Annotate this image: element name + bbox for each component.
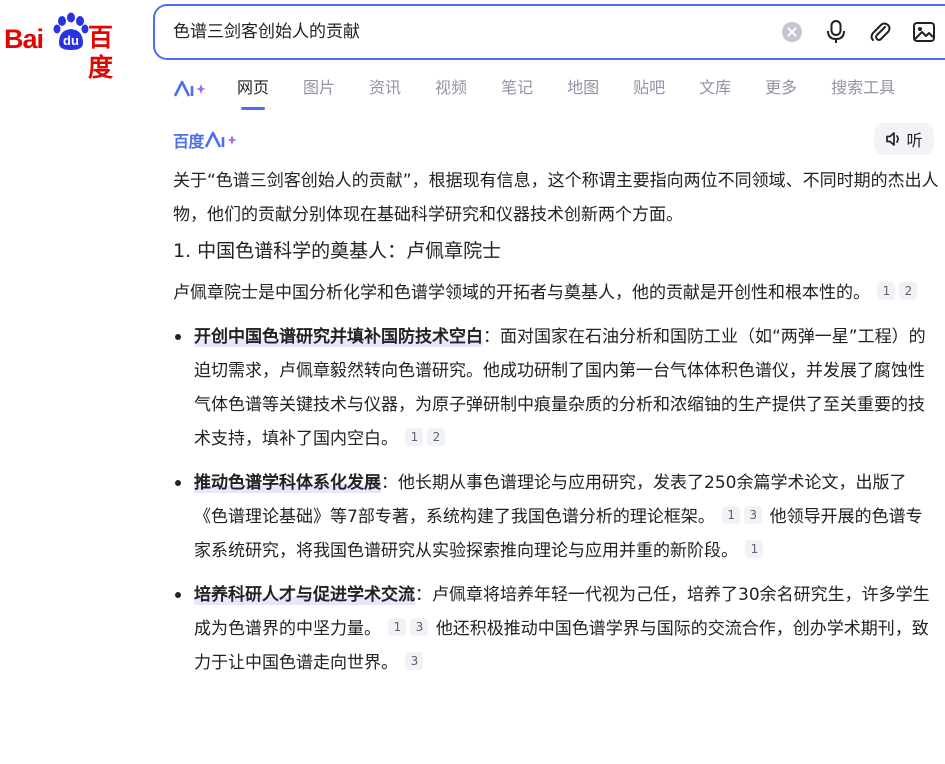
tab-ai[interactable] <box>173 74 207 104</box>
list-item-title: 培养科研人才与促进学术交流 <box>194 585 415 605</box>
ai-answer-content: 关于“色谱三剑客创始人的贡献”，根据现有信息，这个称谓主要指向两位不同领域、不同… <box>173 164 939 690</box>
microphone-icon[interactable] <box>823 19 849 45</box>
listen-button[interactable]: 听 <box>874 123 934 155</box>
tab-web[interactable]: 网页 <box>237 74 269 104</box>
ai-icon <box>173 80 206 97</box>
logo-text-du: du <box>63 33 79 48</box>
citation-badge[interactable]: 3 <box>410 618 429 636</box>
list-item: 开创中国色谱研究并填补国防技术空白：面对国家在石油分析和国防工业（如“两弹一星”… <box>173 320 939 456</box>
citation-badge[interactable]: 3 <box>744 506 763 524</box>
list-item-title: 开创中国色谱研究并填补国防技术空白 <box>194 327 483 347</box>
citation-badge[interactable]: 1 <box>388 618 407 636</box>
citation-badge[interactable]: 2 <box>427 428 446 446</box>
section-heading: 1. 中国色谱科学的奠基人：卢佩章院士 <box>173 240 502 262</box>
logo-text-cn: 百度 <box>88 23 113 82</box>
baidu-logo[interactable]: Bai du 百度 <box>4 12 134 82</box>
section-paragraph: 卢佩章院士是中国分析化学和色谱学领域的开拓者与奠基人，他的贡献是开创性和根本性的… <box>173 276 939 310</box>
attachment-icon[interactable] <box>867 19 893 45</box>
image-search-icon[interactable] <box>911 19 937 45</box>
intro-paragraph: 关于“色谱三剑客创始人的贡献”，根据现有信息，这个称谓主要指向两位不同领域、不同… <box>173 171 939 225</box>
citation-badge[interactable]: 1 <box>877 282 896 300</box>
clear-icon[interactable] <box>779 19 805 45</box>
list-item: 推动色谱学科体系化发展：他长期从事色谱理论与应用研究，发表了250余篇学术论文，… <box>173 466 939 568</box>
ai-answer-header: 百度 <box>173 128 248 152</box>
citation-badge[interactable]: 1 <box>722 506 741 524</box>
search-box[interactable] <box>153 4 945 60</box>
list-item-title: 推动色谱学科体系化发展 <box>194 473 381 493</box>
citation-badge[interactable]: 1 <box>745 540 764 558</box>
logo-text-bai: Bai <box>4 24 44 54</box>
ai-logo-icon <box>204 131 238 148</box>
tab-maps[interactable]: 地图 <box>567 74 599 104</box>
ai-brand-label: 百度 <box>173 132 205 151</box>
list-item: 培养科研人才与促进学术交流：卢佩章将培养年轻一代视为己任，培养了30余名研究生，… <box>173 578 939 680</box>
tab-wenku[interactable]: 文库 <box>699 74 731 104</box>
tab-search-tools[interactable]: 搜索工具 <box>831 74 895 104</box>
search-tabs: 网页 图片 资讯 视频 笔记 地图 贴吧 文库 更多 搜索工具 <box>173 74 895 104</box>
citation-badge[interactable]: 1 <box>405 428 424 446</box>
tab-notes[interactable]: 笔记 <box>501 74 533 104</box>
paragraph-text: 卢佩章院士是中国分析化学和色谱学领域的开拓者与奠基人，他的贡献是开创性和根本性的… <box>173 283 870 303</box>
tab-videos[interactable]: 视频 <box>435 74 467 104</box>
contribution-list: 开创中国色谱研究并填补国防技术空白：面对国家在石油分析和国防工业（如“两弹一星”… <box>173 320 939 680</box>
tab-tieba[interactable]: 贴吧 <box>633 74 665 104</box>
logo-paw-icon: du <box>53 12 89 50</box>
speaker-icon <box>886 132 900 146</box>
tab-images[interactable]: 图片 <box>303 74 335 104</box>
tab-more[interactable]: 更多 <box>765 74 797 104</box>
citation-badge[interactable]: 2 <box>899 282 918 300</box>
search-input[interactable] <box>173 6 753 58</box>
citation-badge[interactable]: 3 <box>405 652 424 670</box>
listen-label: 听 <box>906 131 923 150</box>
tab-news[interactable]: 资讯 <box>369 74 401 104</box>
